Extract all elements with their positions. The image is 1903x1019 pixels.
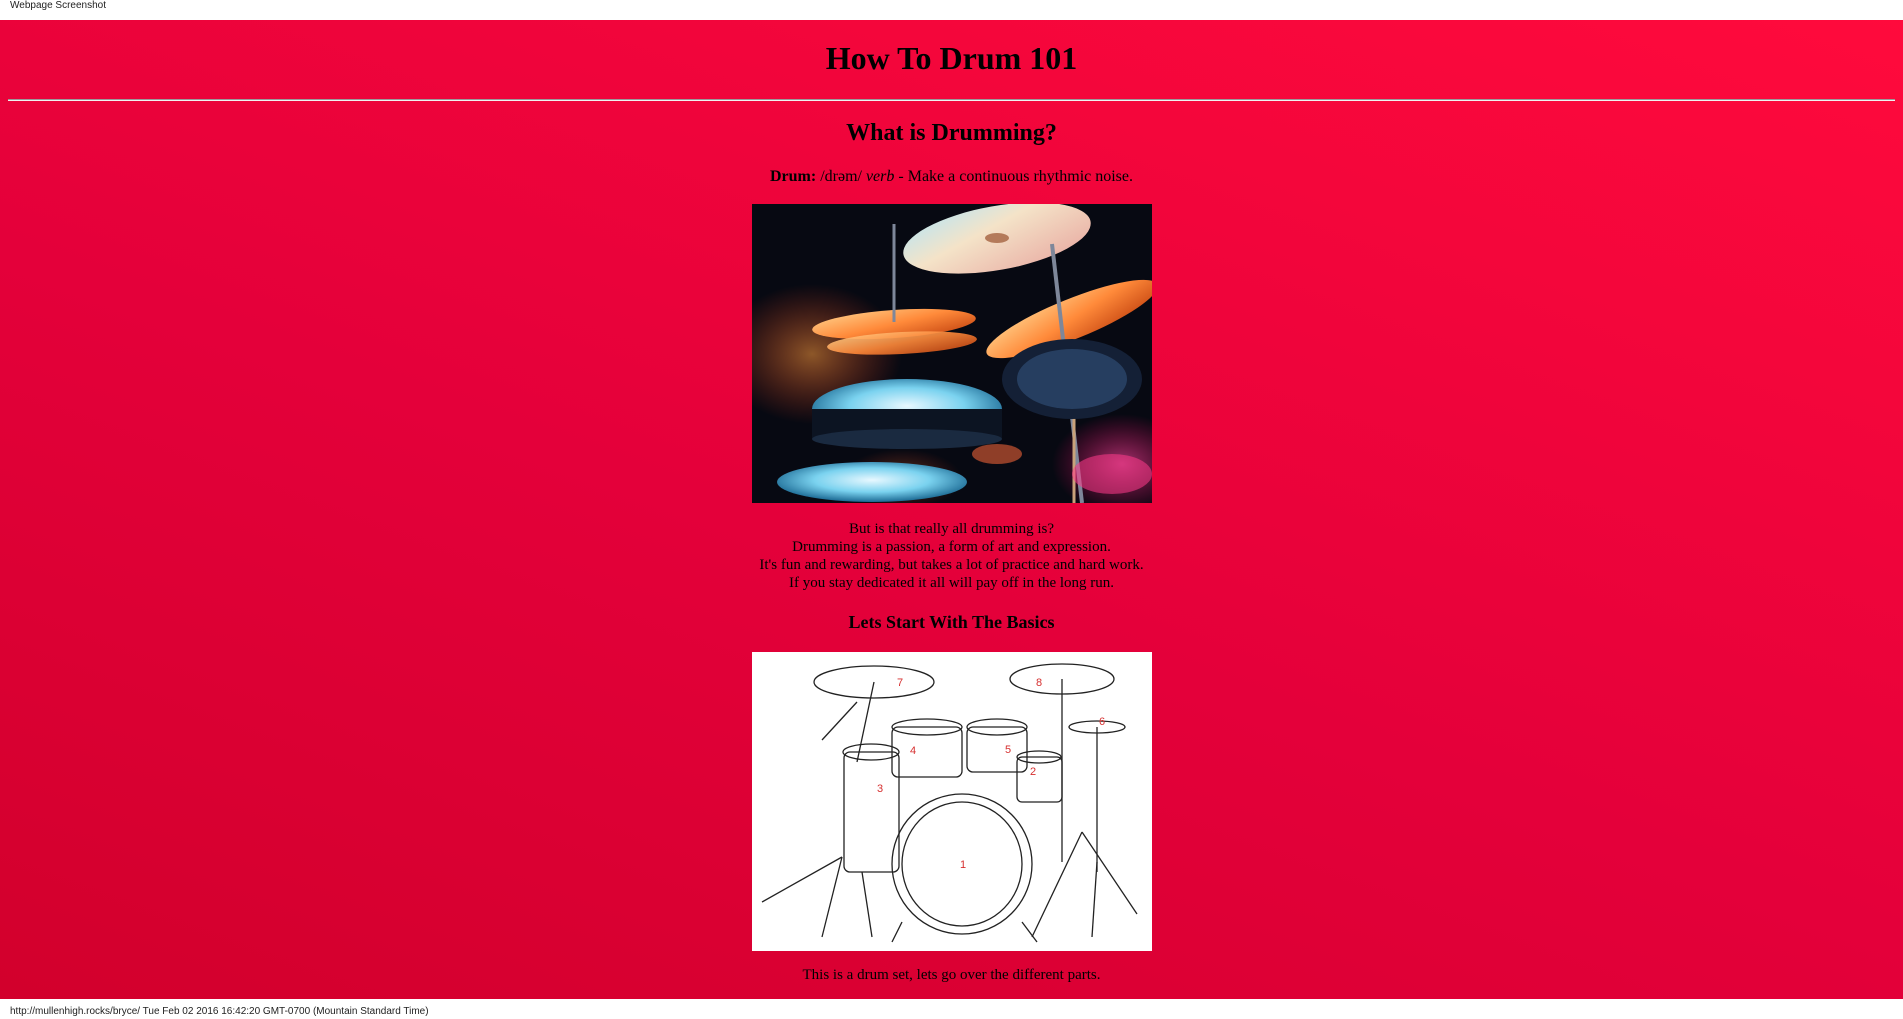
definition-meaning: - Make a continuous rhythmic noise. xyxy=(894,168,1134,185)
definition-part-of-speech: verb xyxy=(865,168,895,185)
page-body: How To Drum 101 What is Drumming? Drum: … xyxy=(0,20,1903,999)
diagram-label-3: 3 xyxy=(877,783,883,795)
paragraph-line: Drumming is a passion, a form of art and… xyxy=(792,539,1111,555)
diagram-label-2: 2 xyxy=(1030,766,1036,778)
paragraph-line: If you stay dedicated it all will pay of… xyxy=(788,575,1115,591)
drum-set-diagram: 1 2 3 4 5 6 7 8 xyxy=(752,652,1152,951)
paragraph-line: It's fun and rewarding, but takes a lot … xyxy=(759,557,1144,573)
screenshot-label-bar: Webpage Screenshot xyxy=(0,0,1903,20)
paragraph-line: But is that really all drumming is? xyxy=(849,521,1054,537)
definition-term: Drum: xyxy=(769,168,817,185)
diagram-label-6: 6 xyxy=(1099,716,1105,728)
section-heading: What is Drumming? xyxy=(846,120,1057,146)
diagram-label-5: 5 xyxy=(1005,744,1011,756)
basics-heading: Lets Start With The Basics xyxy=(848,612,1055,632)
screenshot-label: Webpage Screenshot xyxy=(10,0,106,11)
definition-pronunciation: /drəm/ xyxy=(820,168,862,185)
definition-line: Drum: /drəm/ verb - Make a continuous rh… xyxy=(0,168,1903,186)
status-bar: http://mullenhigh.rocks/bryce/ Tue Feb 0… xyxy=(0,999,1903,1019)
diagram-label-4: 4 xyxy=(910,745,916,757)
intro-paragraph: But is that really all drumming is? Drum… xyxy=(0,520,1903,592)
drum-kit-photo xyxy=(752,204,1152,503)
diagram-label-7: 7 xyxy=(897,677,903,689)
horizontal-rule xyxy=(8,99,1895,101)
status-text: http://mullenhigh.rocks/bryce/ Tue Feb 0… xyxy=(10,1006,429,1017)
page-title: How To Drum 101 xyxy=(825,40,1078,76)
diagram-label-8: 8 xyxy=(1036,677,1042,689)
diagram-caption: This is a drum set, lets go over the dif… xyxy=(802,967,1101,983)
diagram-label-1: 1 xyxy=(960,859,966,871)
